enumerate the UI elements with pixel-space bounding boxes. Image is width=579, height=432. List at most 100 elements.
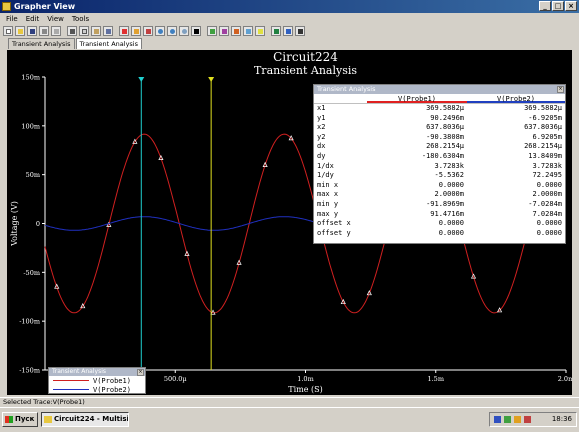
y-tick-label: 0: [36, 220, 40, 228]
y-tick-label: -50m: [23, 269, 40, 277]
close-icon[interactable]: ×: [137, 369, 144, 376]
save-icon[interactable]: [27, 26, 37, 36]
column-header-probe1: V(Probe1): [367, 94, 467, 103]
window-title: Grapher View: [14, 2, 76, 11]
readout-value-probe2: 13.8409m: [528, 151, 562, 160]
paste-icon[interactable]: [91, 26, 101, 36]
cursor-icon[interactable]: [143, 26, 153, 36]
properties-icon[interactable]: [219, 26, 229, 36]
excel-icon[interactable]: [271, 26, 281, 36]
copy-icon[interactable]: [79, 26, 89, 36]
y-tick-label: 100m: [21, 122, 40, 130]
cursor-readout-row: dy -180.6304m 13.8409m: [314, 152, 565, 162]
legend-swatch-probe1: [53, 380, 89, 381]
readout-value-probe1: -5.5362: [434, 171, 464, 180]
network-icon[interactable]: [504, 416, 511, 423]
readout-value-probe2: 3.7283k: [532, 161, 562, 170]
windows-logo-icon: [5, 416, 13, 423]
readout-value-probe1: 0.0000: [438, 180, 464, 189]
new-icon[interactable]: [3, 26, 13, 36]
x-tick-label: 1.5m: [427, 375, 444, 383]
readout-label: y1: [317, 113, 326, 122]
cursor-panel-rows: x1 369.5882µ 369.5882µ y1 90.2496m -6.9205m x2…: [314, 104, 565, 238]
antivirus-icon[interactable]: [524, 416, 531, 423]
print-preview-icon[interactable]: [51, 26, 61, 36]
readout-label: 1/dy: [317, 171, 334, 180]
minimize-button[interactable]: _: [539, 1, 551, 11]
cursor-readout-panel[interactable]: Transient Analysis × V(Probe1) V(Probe2)…: [313, 84, 566, 244]
menu-edit[interactable]: Edit: [22, 15, 44, 23]
readout-label: max y: [317, 209, 339, 218]
cursor-panel-title: Transient Analysis: [317, 85, 376, 93]
undo-icon[interactable]: [103, 26, 113, 36]
language-icon[interactable]: [494, 416, 501, 423]
legend-panel[interactable]: Transient Analysis × V(Probe1) V(Probe2): [48, 367, 146, 394]
readout-label: max x: [317, 190, 339, 199]
readout-label: dx: [317, 142, 326, 151]
cursor-readout-row: min y -91.8969m -7.0284m: [314, 200, 565, 210]
cursor-readout-row: y1 90.2496m -6.9205m: [314, 114, 565, 124]
background-icon[interactable]: [191, 26, 201, 36]
camera-icon[interactable]: [295, 26, 305, 36]
readout-value-probe1: -180.6304m: [421, 151, 464, 160]
y-tick-label: -150m: [19, 367, 40, 375]
print-icon[interactable]: [39, 26, 49, 36]
cursor-panel-title-bar[interactable]: Transient Analysis ×: [314, 85, 565, 94]
readout-label: x2: [317, 123, 326, 132]
readout-value-probe1: 3.7283k: [434, 161, 464, 170]
readout-value-probe2: 268.2154µ: [524, 142, 562, 151]
zoom-fit-icon[interactable]: [179, 26, 189, 36]
tab-transient-analysis-1[interactable]: Transient Analysis: [8, 38, 75, 49]
readout-value-probe1: 90.2496m: [430, 113, 464, 122]
cursor-readout-row: offset x 0.0000 0.0000: [314, 219, 565, 229]
legend-item: V(Probe1): [49, 376, 145, 385]
readout-value-probe1: -91.8969m: [426, 199, 464, 208]
menu-tools[interactable]: Tools: [68, 15, 93, 23]
close-button[interactable]: ×: [565, 1, 577, 11]
start-button[interactable]: Пуск: [2, 412, 38, 427]
legend-icon[interactable]: [131, 26, 141, 36]
readout-value-probe1: 2.0000m: [434, 190, 464, 199]
readout-value-probe2: 0.0000: [536, 228, 562, 237]
open-icon[interactable]: [15, 26, 25, 36]
cut-icon[interactable]: [67, 26, 77, 36]
readout-value-probe1: 369.5882µ: [426, 104, 464, 112]
clock: 18:36: [551, 415, 572, 423]
x-axis-label: Time (S): [288, 385, 322, 394]
tab-transient-analysis-2[interactable]: Transient Analysis: [75, 38, 142, 49]
volume-icon[interactable]: [514, 416, 521, 423]
export-icon[interactable]: [231, 26, 241, 36]
readout-value-probe2: 0.0000: [536, 180, 562, 189]
readout-label: min y: [317, 199, 339, 208]
mathcad-icon[interactable]: [283, 26, 293, 36]
zoom-out-icon[interactable]: [167, 26, 177, 36]
cursor-readout-row: dx 268.2154µ 268.2154µ: [314, 142, 565, 152]
plot-area[interactable]: Circuit224 Transient Analysis 150m 100m 50m 0…: [7, 50, 572, 395]
close-icon[interactable]: ×: [557, 86, 564, 93]
trace-icon[interactable]: [207, 26, 217, 36]
start-label: Пуск: [15, 415, 35, 423]
readout-value-probe2: 369.5882µ: [524, 104, 562, 112]
menu-file[interactable]: File: [2, 15, 22, 23]
help-icon[interactable]: [255, 26, 265, 36]
system-tray: 18:36: [489, 412, 577, 427]
grid-icon[interactable]: [119, 26, 129, 36]
cursor-readout-row: offset y 0.0000 0.0000: [314, 229, 565, 239]
x-tick-label: 500.0µ: [164, 375, 187, 383]
taskbar-item-multisim[interactable]: Circuit224 - Multisim ...: [41, 412, 129, 427]
maximize-button[interactable]: □: [552, 1, 564, 11]
readout-value-probe2: 7.0284m: [532, 209, 562, 218]
cursor-readout-row: max y 91.4716m 7.0284m: [314, 210, 565, 220]
readout-value-probe2: 6.9205m: [532, 132, 562, 141]
readout-value-probe2: 0.0000: [536, 219, 562, 228]
cursor-handle-1: [138, 77, 145, 82]
legend-item: V(Probe2): [49, 385, 145, 394]
readout-value-probe2: 2.0000m: [532, 190, 562, 199]
legend-title-bar[interactable]: Transient Analysis ×: [49, 368, 145, 376]
menu-view[interactable]: View: [43, 15, 68, 23]
zoom-in-icon[interactable]: [155, 26, 165, 36]
taskbar: Пуск Circuit224 - Multisim ... 18:36: [0, 407, 579, 432]
overlay-icon[interactable]: [243, 26, 253, 36]
status-bar: Selected Trace:V(Probe1): [0, 397, 579, 406]
readout-value-probe1: -90.3808m: [426, 132, 464, 141]
